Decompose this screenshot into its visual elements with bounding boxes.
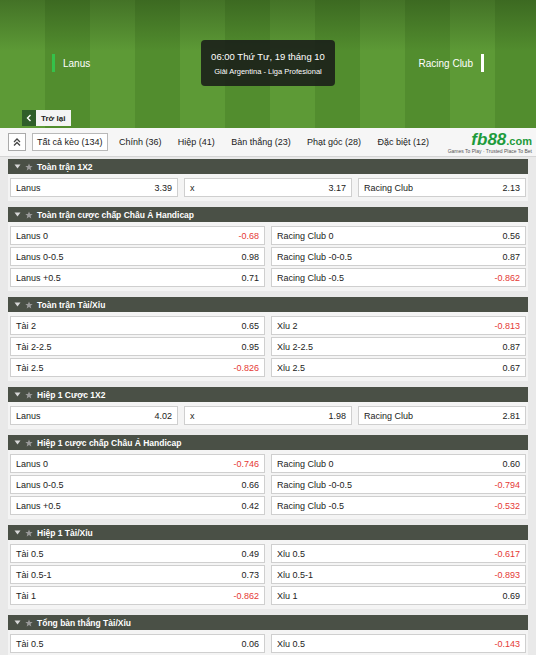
- tab[interactable]: Chính (36): [114, 133, 167, 151]
- collapse-triangle-icon: [14, 529, 21, 536]
- odds-row: Lanus 0-0.50.66 Racing Club -0-0.5-0.794: [10, 475, 526, 494]
- odds-cell[interactable]: Xỉu 0.5-0.143: [271, 634, 526, 653]
- odds-cell[interactable]: Xỉu 2.50.67: [271, 358, 526, 377]
- odds-cell[interactable]: Lanus 0-0.50.98: [10, 247, 265, 266]
- star-icon[interactable]: [25, 619, 33, 627]
- odds-cell[interactable]: Lanus3.39: [10, 178, 178, 197]
- odds-cell[interactable]: Xỉu 2-2.50.87: [271, 337, 526, 356]
- odds-cell[interactable]: Racing Club2.81: [358, 406, 526, 425]
- odds-cell[interactable]: Tài 2-2.50.95: [10, 337, 265, 356]
- odds-cell[interactable]: Lanus4.02: [10, 406, 178, 425]
- odds-row: Tài 0.5-10.73 Xỉu 0.5-1-0.893: [10, 565, 526, 584]
- odds-cell[interactable]: x1.98: [184, 406, 352, 425]
- section-header[interactable]: Hiệp 1 Cược 1X2: [8, 387, 528, 402]
- market-section: Hiệp 1 Tài/XỉuTài 0.50.49Xỉu 0.5-0.617Tà…: [8, 525, 528, 609]
- section-header[interactable]: Tổng bàn thắng Tài/Xỉu: [8, 615, 528, 630]
- betting-page: Lanus 06:00 Thứ Tư, 19 tháng 10 Giải Argen…: [0, 0, 536, 655]
- odds-cell[interactable]: Tài 0.5-10.73: [10, 565, 265, 584]
- home-team: Lanus: [52, 54, 172, 72]
- star-icon[interactable]: [25, 163, 33, 171]
- odds-cell[interactable]: Racing Club2.13: [358, 178, 526, 197]
- collapse-button[interactable]: [8, 133, 26, 151]
- market-section: Toàn trận Tài/XỉuTài 20.65Xỉu 2-0.813Tài…: [8, 297, 528, 381]
- section-header[interactable]: Toàn trận cược chấp Châu Á Handicap: [8, 207, 528, 222]
- section-header[interactable]: Toàn trận 1X2: [8, 159, 528, 174]
- odds-row: Lanus4.02 x1.98 Racing Club2.81: [10, 406, 526, 425]
- away-team: Racing Club: [364, 54, 484, 72]
- odds-row: Lanus 0-0.746 Racing Club 00.60: [10, 454, 526, 473]
- collapse-triangle-icon: [14, 391, 21, 398]
- star-icon[interactable]: [25, 529, 33, 537]
- tab[interactable]: Bàn thắng (23): [226, 133, 296, 151]
- collapse-triangle-icon: [14, 211, 21, 218]
- odds-cell[interactable]: Racing Club 00.56: [271, 226, 526, 245]
- odds-cell[interactable]: Xỉu 2-0.813: [271, 316, 526, 335]
- star-icon[interactable]: [25, 211, 33, 219]
- section-header[interactable]: Toàn trận Tài/Xỉu: [8, 297, 528, 312]
- market-section: Toàn trận cược chấp Châu Á Handicap Lanus…: [8, 207, 528, 291]
- odds-cell[interactable]: Racing Club -0-0.5-0.794: [271, 475, 526, 494]
- odds-row: Lanus 0-0.68 Racing Club 00.56: [10, 226, 526, 245]
- odds-cell[interactable]: Tài 1-0.862: [10, 586, 265, 605]
- odds-row: Tài 0.50.49 Xỉu 0.5-0.617: [10, 544, 526, 563]
- back-button[interactable]: Trở lại: [22, 110, 71, 126]
- star-icon[interactable]: [25, 301, 33, 309]
- market-section: Toàn trận 1X2 Lanus3.39 x3.17 Racing Club2.…: [8, 159, 528, 201]
- market-section: Hiệp 1 Cược 1X2 Lanus4.02 x1.98 Racing Club…: [8, 387, 528, 429]
- match-info: 06:00 Thứ Tư, 19 tháng 10 Giải Argentina …: [201, 40, 335, 86]
- star-icon[interactable]: [25, 391, 33, 399]
- match-header: Lanus 06:00 Thứ Tư, 19 tháng 10 Giải Argen…: [0, 0, 536, 128]
- market-section: Tổng bàn thắng Tài/Xỉu Tài 0.50.06 Xỉu 0.5…: [8, 615, 528, 655]
- league-name: Giải Argentina - Liga Profesional: [214, 67, 322, 76]
- odds-cell[interactable]: Lanus 0-0.50.66: [10, 475, 265, 494]
- odds-row: Lanus 0-0.50.98 Racing Club -0-0.50.87: [10, 247, 526, 266]
- collapse-triangle-icon: [14, 619, 21, 626]
- odds-cell[interactable]: Lanus +0.50.71: [10, 268, 265, 287]
- tab[interactable]: Tất cả kèo (134): [32, 133, 108, 151]
- odds-row: Tài 1-0.862 Xỉu 10.69: [10, 586, 526, 605]
- odds-row: Lanus3.39 x3.17 Racing Club2.13: [10, 178, 526, 197]
- odds-cell[interactable]: Lanus +0.50.42: [10, 496, 265, 515]
- odds-row: Tài 0.50.06 Xỉu 0.5-0.143: [10, 634, 526, 653]
- star-icon[interactable]: [25, 439, 33, 447]
- tab-bar: Tất cả kèo (134) Chính (36) Hiệp (41) Bàn t…: [0, 128, 536, 157]
- tab[interactable]: Phạt góc (28): [302, 133, 366, 151]
- odds-cell[interactable]: Lanus 0-0.68: [10, 226, 265, 245]
- chevron-left-icon: [25, 114, 33, 122]
- odds-row: Lanus +0.50.71 Racing Club -0.5-0.862: [10, 268, 526, 287]
- tab[interactable]: Đặc biệt (12): [372, 133, 434, 151]
- collapse-triangle-icon: [14, 439, 21, 446]
- odds-row: Lanus +0.50.42 Racing Club -0.5-0.532: [10, 496, 526, 515]
- odds-cell[interactable]: Tài 20.65: [10, 316, 265, 335]
- fb88-logo: fb88.comGames To Play · Trusted Place To…: [440, 131, 532, 154]
- odds-row: Tài 2.5-0.826 Xỉu 2.50.67: [10, 358, 526, 377]
- odds-cell[interactable]: Racing Club 00.60: [271, 454, 526, 473]
- odds-cell[interactable]: Tài 0.50.06: [10, 634, 265, 653]
- odds-cell[interactable]: Lanus 0-0.746: [10, 454, 265, 473]
- odds-cell[interactable]: Racing Club -0-0.50.87: [271, 247, 526, 266]
- odds-cell[interactable]: Racing Club -0.5-0.862: [271, 268, 526, 287]
- odds-cell[interactable]: Racing Club -0.5-0.532: [271, 496, 526, 515]
- section-header[interactable]: Hiệp 1 Tài/Xỉu: [8, 525, 528, 540]
- collapse-triangle-icon: [14, 301, 21, 308]
- odds-cell[interactable]: x3.17: [184, 178, 352, 197]
- odds-row: Tài 20.65 Xỉu 2-0.813: [10, 316, 526, 335]
- section-header[interactable]: Hiệp 1 cược chấp Châu Á Handicap: [8, 435, 528, 450]
- tab[interactable]: Hiệp (41): [173, 133, 220, 151]
- collapse-triangle-icon: [14, 163, 21, 170]
- double-chevron-up-icon: [12, 137, 22, 147]
- odds-cell[interactable]: Tài 0.50.49: [10, 544, 265, 563]
- odds-row: Tài 2-2.50.95 Xỉu 2-2.50.87: [10, 337, 526, 356]
- market-section: Hiệp 1 cược chấp Châu Á Handicap Lanus 0-…: [8, 435, 528, 519]
- odds-cell[interactable]: Tài 2.5-0.826: [10, 358, 265, 377]
- odds-cell[interactable]: Xỉu 10.69: [271, 586, 526, 605]
- match-time: 06:00 Thứ Tư, 19 tháng 10: [211, 51, 325, 62]
- odds-cell[interactable]: Xỉu 0.5-1-0.893: [271, 565, 526, 584]
- odds-cell[interactable]: Xỉu 0.5-0.617: [271, 544, 526, 563]
